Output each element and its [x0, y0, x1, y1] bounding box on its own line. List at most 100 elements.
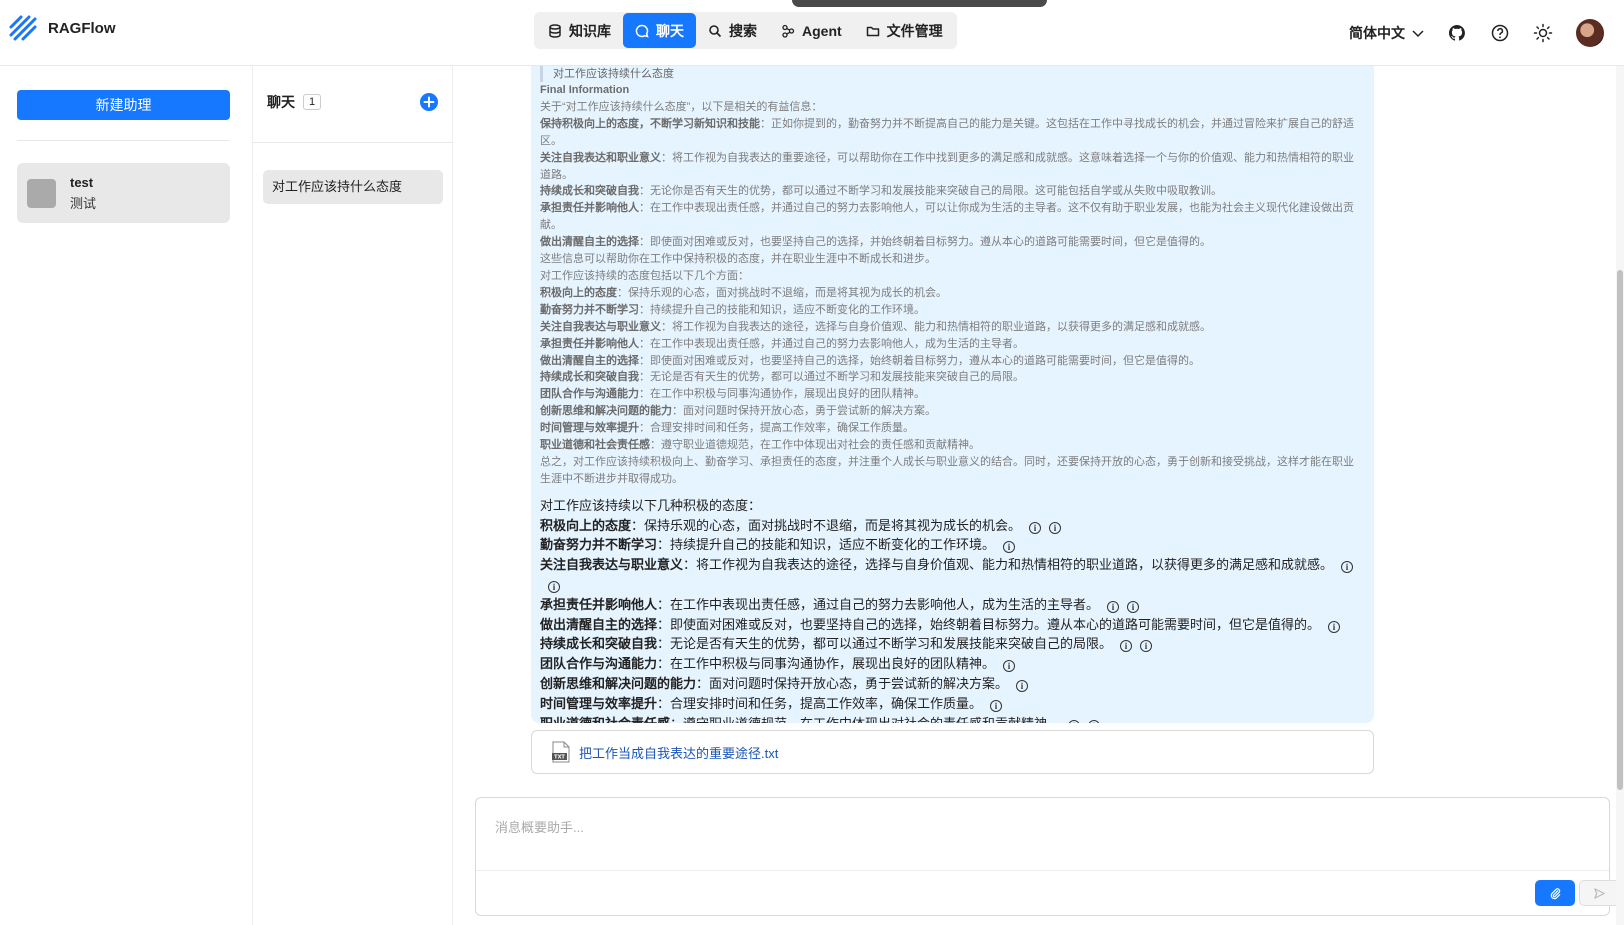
reference-row-text: ：合理安排时间和任务，提高工作效率，确保工作质量。: [639, 422, 914, 435]
citation-info-icon[interactable]: i: [1029, 521, 1042, 534]
assistant-card[interactable]: test 测试: [17, 163, 230, 223]
answer-item-text: ：合理安排时间和任务，提高工作效率，确保工作质量。: [657, 695, 983, 711]
user-avatar[interactable]: [1576, 19, 1604, 47]
citation-info-icon[interactable]: i: [1328, 620, 1341, 633]
divider: [476, 870, 1609, 871]
app-logo[interactable]: RAGFlow: [8, 13, 116, 43]
citation-info-icon[interactable]: i: [1107, 600, 1120, 613]
assistant-panel: 新建助理 test 测试: [0, 66, 253, 925]
nav-agent[interactable]: Agent: [769, 13, 854, 48]
citation-info-icon[interactable]: i: [1088, 719, 1101, 723]
reference-row-heading: Final Information: [540, 84, 630, 96]
answer-item-text: ：持续提升自己的技能和知识，适应不断变化的工作环境。: [657, 537, 996, 553]
reference-row-heading: 职业道德和社会责任感: [540, 439, 650, 452]
assistant-avatar: [27, 178, 56, 208]
nav-file-management[interactable]: 文件管理: [854, 13, 955, 48]
conversation-item[interactable]: 对工作应该持什么态度: [263, 170, 443, 204]
main-nav: 知识库 聊天 搜索 Agent 文件管理: [534, 12, 957, 49]
citation-info-icon[interactable]: i: [1068, 719, 1081, 723]
answer-item: 勤奋努力并不断学习：持续提升自己的技能和知识，适应不断变化的工作环境。 i: [540, 535, 1362, 555]
reference-row: 对工作应该持续的态度包括以下几个方面：: [540, 268, 1362, 285]
scrollbar-thumb[interactable]: [1617, 270, 1623, 790]
reference-row-text: ：在工作中表现出责任感，并通过自己的努力去影响他人，可以让你成为生活的主导者。这…: [540, 202, 1354, 232]
reference-row: 关注自我表达与职业意义：将工作视为自我表达的途径，选择与自身价值观、能力和热情相…: [540, 319, 1362, 336]
top-header: RAGFlow 知识库 聊天 搜索 Agent 文件管理 简体中文: [0, 0, 1624, 66]
answer-item: 积极向上的态度：保持乐观的心态，面对挑战时不退缩，而是将其视为成长的机会。 i i: [540, 516, 1362, 536]
citation-info-icon[interactable]: i: [990, 699, 1003, 712]
reference-block: Final Information 关于“对工作应该持续什么态度”，以下是相关的有…: [540, 82, 1362, 488]
message-quote: 对工作应该持续什么态度: [540, 66, 1362, 82]
answer-item-text: ：在工作中积极与同事沟通协作，展现出良好的团队精神。: [657, 656, 996, 672]
assistant-description: 测试: [70, 195, 97, 211]
nav-label: 知识库: [569, 22, 611, 39]
citation-info-icon[interactable]: i: [1003, 541, 1016, 554]
reference-row-heading: 做出清醒自主的选择: [540, 236, 639, 249]
reference-row-heading: 保持积极向上的态度，不断学习新知识和技能: [540, 117, 760, 130]
reference-row-heading: 做出清醒自主的选择: [540, 354, 639, 367]
nav-knowledge-base[interactable]: 知识库: [536, 13, 623, 48]
answer-item: 持续成长和突破自我：无论是否有天生的优势，都可以通过不断学习和发展技能来突破自己…: [540, 634, 1362, 654]
help-icon[interactable]: [1490, 23, 1510, 43]
answer-item: 承担责任并影响他人：在工作中表现出责任感，通过自己的努力去影响他人，成为生活的主…: [540, 595, 1362, 615]
reference-row-text: ：无论你是否有天生的优势，都可以通过不断学习和发展技能来突破自己的局限。这可能包…: [639, 185, 1222, 198]
reference-row-heading: 团队合作与沟通能力: [540, 388, 639, 401]
reference-row: 团队合作与沟通能力：在工作中积极与同事沟通协作，展现出良好的团队精神。: [540, 386, 1362, 403]
nav-chat[interactable]: 聊天: [623, 13, 696, 48]
nav-search[interactable]: 搜索: [696, 13, 769, 48]
answer-item-heading: 做出清醒自主的选择: [540, 616, 658, 632]
chat-list-panel: 聊天 1 对工作应该持什么态度: [253, 66, 453, 925]
chat-list-header: 聊天 1: [267, 92, 322, 112]
reference-row-text: ：持续提升自己的技能和知识，适应不断变化的工作环境。: [639, 303, 925, 316]
citation-info-icon[interactable]: i: [1003, 660, 1016, 673]
answer-item: 关注自我表达与职业意义：将工作视为自我表达的途径，选择与自身价值观、能力和热情相…: [540, 555, 1362, 595]
language-selector[interactable]: 简体中文: [1349, 23, 1425, 43]
reference-row: 这些信息可以帮助你在工作中保持积极的态度，并在职业生涯中不断成长和进步。: [540, 251, 1362, 268]
attach-button[interactable]: [1535, 880, 1575, 906]
citation-info-icon[interactable]: i: [1120, 640, 1133, 653]
paperclip-icon: [1550, 887, 1560, 899]
answer-item-text: ：无论是否有天生的优势，都可以通过不断学习和发展技能来突破自己的局限。: [657, 636, 1113, 652]
divider: [253, 142, 453, 143]
reference-row-heading: 积极向上的态度: [540, 286, 617, 299]
reference-row-text: 关于“对工作应该持续什么态度”，以下是相关的有益信息：: [540, 100, 823, 113]
reference-row-heading: 创新思维和解决问题的能力: [540, 405, 672, 418]
citation-info-icon[interactable]: i: [1341, 561, 1354, 574]
send-button[interactable]: [1579, 880, 1619, 906]
divider: [17, 140, 230, 141]
reference-row-heading: 持续成长和突破自我: [540, 371, 639, 384]
citation-info-icon[interactable]: i: [1016, 679, 1029, 692]
citation-info-icon[interactable]: i: [548, 580, 560, 593]
header-actions: 简体中文: [1349, 18, 1624, 48]
answer-item-text: ：将工作视为自我表达的途径，选择与自身价值观、能力和热情相符的职业道路，以获得更…: [683, 557, 1334, 573]
folder-icon: [866, 26, 879, 36]
answer-item-heading: 承担责任并影响他人: [540, 596, 658, 612]
answer-block: 对工作应该持续以下几种积极的态度： 积极向上的态度：保持乐观的心态，面对挑战时不…: [540, 496, 1362, 723]
new-assistant-button[interactable]: 新建助理: [17, 90, 230, 120]
citation-info-icon[interactable]: i: [1127, 600, 1140, 613]
message-input[interactable]: [477, 799, 1608, 869]
citation-info-icon[interactable]: i: [1140, 640, 1153, 653]
message-composer: [475, 797, 1619, 916]
answer-item: 职业道德和社会责任感：遵守职业道德规范，在工作中体现出对社会的责任感和贡献精神。…: [540, 714, 1362, 723]
reference-row: 做出清醒自主的选择：即使面对困难或反对，也要坚持自己的选择，并始终朝着目标努力。…: [540, 234, 1362, 251]
agent-icon: [782, 24, 795, 38]
answer-item: 时间管理与效率提升：合理安排时间和任务，提高工作效率，确保工作质量。 i: [540, 694, 1362, 714]
answer-item-heading: 持续成长和突破自我: [540, 636, 658, 652]
nav-label: 文件管理: [886, 22, 943, 39]
reference-row-heading: 勤奋努力并不断学习: [540, 303, 639, 316]
reference-row-heading: 承担责任并影响他人: [540, 202, 639, 215]
reference-row: 时间管理与效率提升：合理安排时间和任务，提高工作效率，确保工作质量。: [540, 420, 1362, 437]
reference-row-text: ：面对问题时保持开放心态，勇于尝试新的解决方案。: [672, 405, 936, 418]
reference-row: Final Information: [540, 82, 1362, 99]
answer-item: 创新思维和解决问题的能力：面对问题时保持开放心态，勇于尝试新的解决方案。 i: [540, 674, 1362, 694]
app-name: RAGFlow: [48, 19, 116, 37]
github-icon[interactable]: [1447, 23, 1467, 43]
citation-info-icon[interactable]: i: [1049, 521, 1062, 534]
answer-item-text: ：即使面对困难或反对，也要坚持自己的选择，始终朝着目标努力。遵从本心的道路可能需…: [657, 616, 1321, 632]
reference-row: 做出清醒自主的选择：即使面对困难或反对，也要坚持自己的选择，始终朝着目标努力，遵…: [540, 353, 1362, 370]
reference-row: 创新思维和解决问题的能力：面对问题时保持开放心态，勇于尝试新的解决方案。: [540, 403, 1362, 420]
theme-toggle-icon[interactable]: [1533, 23, 1553, 43]
reference-row: 积极向上的态度：保持乐观的心态，面对挑战时不退缩，而是将其视为成长的机会。: [540, 285, 1362, 302]
add-chat-icon[interactable]: [420, 93, 438, 111]
reference-document-card[interactable]: TXT 把工作当成自我表达的重要途径.txt: [531, 730, 1374, 774]
